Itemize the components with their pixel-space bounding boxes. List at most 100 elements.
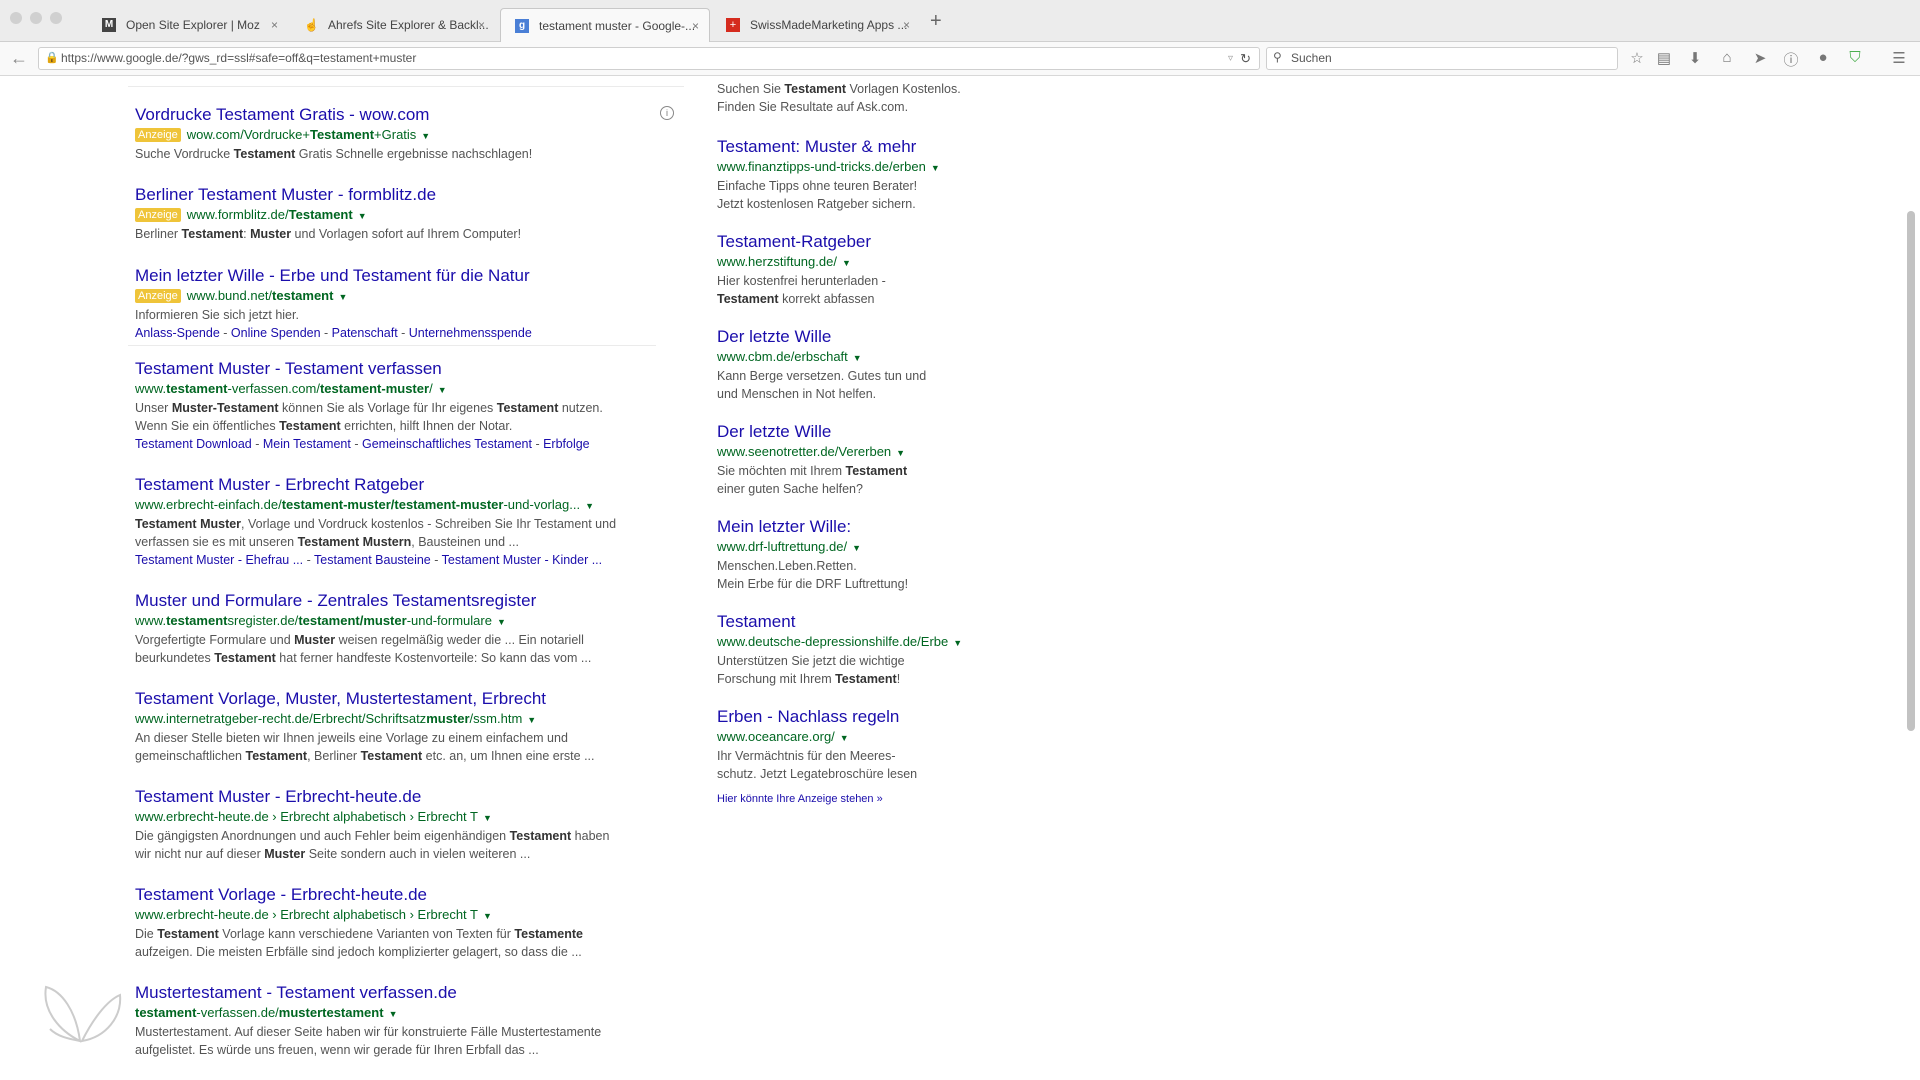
side-ad-title-link[interactable]: Testament: Muster & mehr — [717, 137, 916, 156]
side-ad-url[interactable]: www.herzstiftung.de/▼ — [717, 253, 997, 272]
caret-down-icon[interactable]: ▼ — [438, 385, 447, 395]
new-tab-button[interactable]: + — [930, 10, 942, 33]
caret-down-icon[interactable]: ▼ — [497, 617, 506, 627]
result-title-link[interactable]: Mein letzter Wille - Erbe und Testament … — [135, 266, 530, 285]
url-text[interactable]: https://www.google.de/?gws_rd=ssl#safe=o… — [61, 48, 416, 69]
tab-ahrefs[interactable]: ☝ Ahrefs Site Explorer & Backl... × — [290, 8, 495, 42]
caret-down-icon[interactable]: ▼ — [483, 813, 492, 823]
side-ad-title-link[interactable]: Der letzte Wille — [717, 422, 831, 441]
advertise-here-link[interactable]: Hier könnte Ihre Anzeige stehen » — [717, 793, 883, 805]
zoom-window-button[interactable] — [50, 12, 62, 24]
result-url[interactable]: Anzeige wow.com/Vordrucke+Testament+Grati… — [135, 126, 655, 145]
result-title-link[interactable]: Berliner Testament Muster - formblitz.de — [135, 185, 436, 204]
side-ad-title-link[interactable]: Erben - Nachlass regeln — [717, 707, 899, 726]
side-ad-url[interactable]: www.oceancare.org/▼ — [717, 728, 997, 747]
caret-down-icon[interactable]: ▼ — [389, 1009, 398, 1019]
close-tab-icon[interactable]: × — [692, 9, 699, 42]
side-ad-url[interactable]: www.finanztipps-und-tricks.de/erben ▼ — [717, 158, 997, 177]
sitelink[interactable]: Testament Muster - Kinder ... — [442, 553, 602, 567]
caret-down-icon[interactable]: ▼ — [931, 163, 940, 173]
close-tab-icon[interactable]: × — [271, 8, 278, 42]
sitelink[interactable]: Unternehmensspende — [409, 326, 532, 340]
sitelink[interactable]: Testament Download — [135, 437, 252, 451]
side-ad-title-link[interactable]: Testament-Ratgeber — [717, 232, 871, 251]
close-tab-icon[interactable]: × — [478, 8, 485, 42]
result-title-link[interactable]: Testament Muster - Erbrecht Ratgeber — [135, 475, 424, 494]
caret-down-icon[interactable]: ▼ — [527, 715, 536, 725]
side-ad-title-link[interactable]: Testament — [717, 612, 795, 631]
sitelink[interactable]: Erbfolge — [543, 437, 590, 451]
side-ad-url[interactable]: www.deutsche-depressionshilfe.de/Erbe ▼ — [717, 633, 997, 652]
result-title-link[interactable]: Testament Muster - Erbrecht-heute.de — [135, 787, 421, 806]
minimize-window-button[interactable] — [30, 12, 42, 24]
info-icon[interactable]: ⓘ — [1781, 49, 1801, 70]
bold-term: Testament — [309, 127, 375, 142]
sitelink[interactable]: Patenschaft — [332, 326, 398, 340]
close-tab-icon[interactable]: × — [903, 8, 910, 42]
result-title-link[interactable]: Testament Muster - Testament verfassen — [135, 359, 442, 378]
result-url[interactable]: www.erbrecht-heute.de › Erbrecht alphabe… — [135, 906, 655, 925]
result-title-link[interactable]: Mustertestament - Testament verfassen.de — [135, 983, 457, 1002]
result-title-link[interactable]: Testament Vorlage - Erbrecht-heute.de — [135, 885, 427, 904]
side-ad-title-link[interactable]: Der letzte Wille — [717, 327, 831, 346]
chat-icon[interactable]: ● — [1813, 49, 1833, 66]
sitelink[interactable]: Anlass-Spende — [135, 326, 220, 340]
bold-term: Testament — [360, 749, 423, 763]
close-window-button[interactable] — [10, 12, 22, 24]
caret-down-icon[interactable]: ▼ — [338, 292, 347, 302]
caret-down-icon[interactable]: ▼ — [842, 258, 851, 268]
text-run: hat ferner handfeste Kostenvorteile: So … — [275, 651, 592, 665]
back-arrow-icon[interactable]: ← — [10, 48, 28, 69]
result-url[interactable]: Anzeige www.formblitz.de/Testament ▼ — [135, 206, 655, 225]
chevron-down-icon[interactable]: ▿ — [1228, 48, 1233, 69]
home-icon[interactable]: ⌂ — [1717, 49, 1737, 66]
result-title-link[interactable]: Testament Vorlage, Muster, Mustertestame… — [135, 689, 546, 708]
caret-down-icon[interactable]: ▼ — [840, 733, 849, 743]
send-icon[interactable]: ➤ — [1750, 49, 1770, 67]
caret-down-icon[interactable]: ▼ — [585, 501, 594, 511]
caret-down-icon[interactable]: ▼ — [853, 353, 862, 363]
sitelink[interactable]: Gemeinschaftliches Testament — [362, 437, 532, 451]
caret-down-icon[interactable]: ▼ — [358, 211, 367, 221]
caret-down-icon[interactable]: ▼ — [953, 638, 962, 648]
caret-down-icon[interactable]: ▼ — [421, 131, 430, 141]
result-url[interactable]: testament-verfassen.de/mustertestament ▼ — [135, 1004, 655, 1023]
reload-icon[interactable]: ↻ — [1240, 48, 1251, 69]
caret-down-icon[interactable]: ▼ — [483, 911, 492, 921]
download-icon[interactable]: ⬇ — [1685, 49, 1705, 67]
result-url[interactable]: www.internetratgeber-recht.de/Erbrecht/S… — [135, 710, 655, 729]
shield-icon[interactable]: ⛉ — [1845, 49, 1865, 66]
sitelink[interactable]: Testament Muster - Ehefrau ... — [135, 553, 303, 567]
sitelink[interactable]: Online Spenden — [231, 326, 321, 340]
result-url[interactable]: www.testamentsregister.de/testament/must… — [135, 612, 655, 631]
side-ad-title-link[interactable]: Mein letzter Wille: — [717, 517, 851, 536]
sitelink[interactable]: Mein Testament — [263, 437, 351, 451]
text-run: wow.com/Vordrucke+ — [186, 127, 310, 142]
organic-result: Mustertestament - Testament verfassen.de… — [135, 982, 655, 1059]
address-bar[interactable]: 🔒 https://www.google.de/?gws_rd=ssl#safe… — [38, 47, 1260, 70]
caret-down-icon[interactable]: ▼ — [896, 448, 905, 458]
result-url[interactable]: Anzeige www.bund.net/testament ▼ — [135, 287, 655, 306]
result-url[interactable]: www.testament-verfassen.com/testament-mu… — [135, 380, 655, 399]
result-title-link[interactable]: Vordrucke Testament Gratis - wow.com — [135, 105, 429, 124]
side-ad-url[interactable]: www.cbm.de/erbschaft ▼ — [717, 348, 997, 367]
tab-moz[interactable]: M Open Site Explorer | Moz × — [88, 8, 288, 42]
info-icon[interactable]: i — [660, 106, 674, 120]
star-icon[interactable]: ☆ — [1627, 49, 1647, 67]
clipboard-icon[interactable]: ▤ — [1654, 49, 1674, 67]
browser-search-box[interactable]: ⚲ Suchen — [1266, 47, 1618, 70]
result-url[interactable]: www.erbrecht-einfach.de/testament-muster… — [135, 496, 655, 515]
caret-down-icon[interactable]: ▼ — [852, 543, 861, 553]
menu-icon[interactable]: ☰ — [1889, 49, 1909, 67]
sitelink[interactable]: Testament Bausteine — [314, 553, 431, 567]
bold-term: mustertestament — [278, 1005, 384, 1020]
scrollbar-thumb[interactable] — [1907, 211, 1915, 731]
side-ad-url[interactable]: www.drf-luftrettung.de/▼ — [717, 538, 997, 557]
tab-google[interactable]: g testament muster - Google-... × — [500, 8, 710, 42]
tab-swissmademarketing[interactable]: + SwissMadeMarketing Apps ... × — [712, 8, 920, 42]
bold-term: testament — [272, 288, 334, 303]
result-url[interactable]: www.erbrecht-heute.de › Erbrecht alphabe… — [135, 808, 655, 827]
side-ad-url[interactable]: www.seenotretter.de/Vererben ▼ — [717, 443, 997, 462]
result-title-link[interactable]: Muster und Formulare - Zentrales Testame… — [135, 591, 536, 610]
text-run: www.erbrecht-heute.de › Erbrecht alphabe… — [135, 907, 478, 922]
